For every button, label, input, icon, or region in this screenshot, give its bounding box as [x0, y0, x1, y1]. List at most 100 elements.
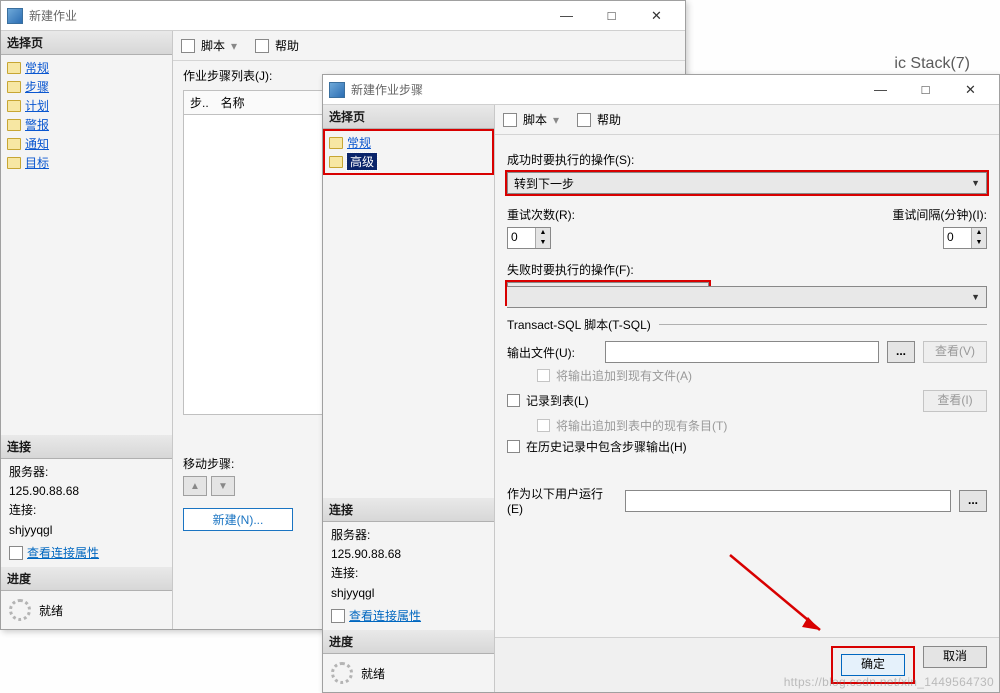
nav-advanced[interactable]: 高级 — [327, 152, 490, 171]
help-button[interactable]: 帮助 — [597, 111, 621, 128]
view-file-button: 查看(V) — [923, 341, 987, 363]
retry-count-label: 重试次数(R): — [507, 206, 737, 223]
minimize-button[interactable]: — — [544, 2, 589, 30]
nav-general[interactable]: 常规 — [327, 133, 490, 152]
progress-status: 就绪 — [361, 665, 385, 682]
append-file-checkbox — [537, 369, 550, 382]
connection-info: 服务器: 125.90.88.68 连接: shjyyqgl 查看连接属性 — [1, 459, 172, 567]
append-file-label: 将输出追加到现有文件(A) — [556, 367, 692, 384]
close-button[interactable]: ✕ — [634, 2, 679, 30]
browse-button[interactable]: ... — [887, 341, 915, 363]
run-as-browse-button[interactable]: ... — [959, 490, 987, 512]
move-up-button[interactable]: ▲ — [183, 476, 207, 496]
server-label: 服务器: — [331, 526, 486, 545]
conn-label: 连接: — [331, 564, 486, 583]
view-table-button: 查看(I) — [923, 390, 987, 412]
retry-interval-label: 重试间隔(分钟)(I): — [892, 206, 987, 223]
progress-status: 就绪 — [39, 602, 63, 619]
main-pane: 脚本 ▾ 帮助 成功时要执行的操作(S): 转到下一步▼ 重试次数(R): — [495, 105, 999, 692]
spin-down-icon[interactable]: ▼ — [972, 238, 986, 248]
script-button[interactable]: 脚本 — [201, 37, 225, 54]
include-history-checkbox[interactable] — [507, 440, 520, 453]
app-icon — [7, 8, 23, 24]
window-title: 新建作业 — [29, 7, 544, 24]
titlebar[interactable]: 新建作业 — □ ✕ — [1, 1, 685, 31]
retry-interval-input[interactable]: 0 ▲▼ — [943, 227, 987, 249]
conn-label: 连接: — [9, 501, 164, 520]
page-icon — [7, 81, 21, 93]
ok-button[interactable]: 确定 — [841, 654, 905, 676]
app-icon — [329, 82, 345, 98]
select-page-header: 选择页 — [323, 105, 494, 129]
log-table-label: 记录到表(L) — [526, 392, 589, 409]
select-page-header: 选择页 — [1, 31, 172, 55]
server-value: 125.90.88.68 — [9, 482, 164, 501]
progress-spinner-icon — [331, 662, 353, 684]
page-icon — [7, 138, 21, 150]
new-step-button[interactable]: 新建(N)... — [183, 508, 293, 531]
maximize-button[interactable]: □ — [589, 2, 634, 30]
conn-value: shjyyqgl — [9, 521, 164, 540]
toolbar: 脚本 ▾ 帮助 — [173, 31, 685, 61]
progress-header: 进度 — [323, 630, 494, 654]
run-as-label: 作为以下用户运行(E) — [507, 485, 617, 516]
close-button[interactable]: ✕ — [948, 76, 993, 104]
spin-up-icon[interactable]: ▲ — [972, 228, 986, 238]
on-fail-combo[interactable]: 退出报告失败的作业▼ — [507, 282, 709, 304]
chevron-down-icon: ▼ — [971, 178, 980, 188]
nav-steps[interactable]: 步骤 — [5, 77, 168, 96]
run-as-input[interactable] — [625, 490, 951, 512]
tsql-section-label: Transact-SQL 脚本(T-SQL) — [507, 316, 651, 333]
left-pane: 选择页 常规 高级 连接 服务器: 125.90.88.68 连接: shjyy… — [323, 105, 495, 692]
log-table-checkbox[interactable] — [507, 394, 520, 407]
titlebar[interactable]: 新建作业步骤 — □ ✕ — [323, 75, 999, 105]
server-value: 125.90.88.68 — [331, 545, 486, 564]
watermark: https://blog.csdn.net/xin_1449564730 — [784, 675, 994, 689]
output-file-input[interactable] — [605, 341, 879, 363]
spin-up-icon[interactable]: ▲ — [536, 228, 550, 238]
background-text: ic Stack(7) — [894, 55, 970, 73]
nav-targets[interactable]: 目标 — [5, 153, 168, 172]
on-success-label: 成功时要执行的操作(S): — [507, 151, 987, 168]
server-label: 服务器: — [9, 463, 164, 482]
page-icon — [7, 100, 21, 112]
left-pane: 选择页 常规 步骤 计划 警报 通知 目标 连接 服务器: 125.90.88.… — [1, 31, 173, 629]
view-connection-link[interactable]: 查看连接属性 — [27, 544, 99, 563]
conn-value: shjyyqgl — [331, 584, 486, 603]
cancel-button[interactable]: 取消 — [923, 646, 987, 668]
output-file-label: 输出文件(U): — [507, 344, 597, 361]
col-name[interactable]: 名称 — [221, 94, 245, 111]
connection-info: 服务器: 125.90.88.68 连接: shjyyqgl 查看连接属性 — [323, 522, 494, 630]
on-success-combo[interactable]: 转到下一步▼ — [507, 172, 987, 194]
properties-icon — [331, 609, 345, 623]
move-down-button[interactable]: ▼ — [211, 476, 235, 496]
toolbar: 脚本 ▾ 帮助 — [495, 105, 999, 135]
help-icon — [255, 39, 269, 53]
nav-general[interactable]: 常规 — [5, 58, 168, 77]
help-button[interactable]: 帮助 — [275, 37, 299, 54]
nav-notifications[interactable]: 通知 — [5, 134, 168, 153]
window-title: 新建作业步骤 — [351, 81, 858, 98]
page-icon — [329, 137, 343, 149]
page-icon — [7, 157, 21, 169]
script-button[interactable]: 脚本 — [523, 111, 547, 128]
page-icon — [7, 62, 21, 74]
view-connection-link[interactable]: 查看连接属性 — [349, 607, 421, 626]
maximize-button[interactable]: □ — [903, 76, 948, 104]
help-icon — [577, 113, 591, 127]
progress-header: 进度 — [1, 567, 172, 591]
append-table-label: 将输出追加到表中的现有条目(T) — [556, 417, 727, 434]
chevron-down-icon: ▼ — [693, 288, 702, 298]
page-icon — [329, 156, 343, 168]
minimize-button[interactable]: — — [858, 76, 903, 104]
col-step[interactable]: 步.. — [190, 94, 209, 111]
nav-schedules[interactable]: 计划 — [5, 96, 168, 115]
on-fail-label: 失败时要执行的操作(F): — [507, 261, 987, 278]
retry-count-input[interactable]: 0 ▲▼ — [507, 227, 551, 249]
include-history-label: 在历史记录中包含步骤输出(H) — [526, 438, 687, 455]
spin-down-icon[interactable]: ▼ — [536, 238, 550, 248]
script-icon — [181, 39, 195, 53]
nav-alerts[interactable]: 警报 — [5, 115, 168, 134]
window-new-job-step: 新建作业步骤 — □ ✕ 选择页 常规 高级 连接 服务器: 125.90.88… — [322, 74, 1000, 693]
progress-spinner-icon — [9, 599, 31, 621]
